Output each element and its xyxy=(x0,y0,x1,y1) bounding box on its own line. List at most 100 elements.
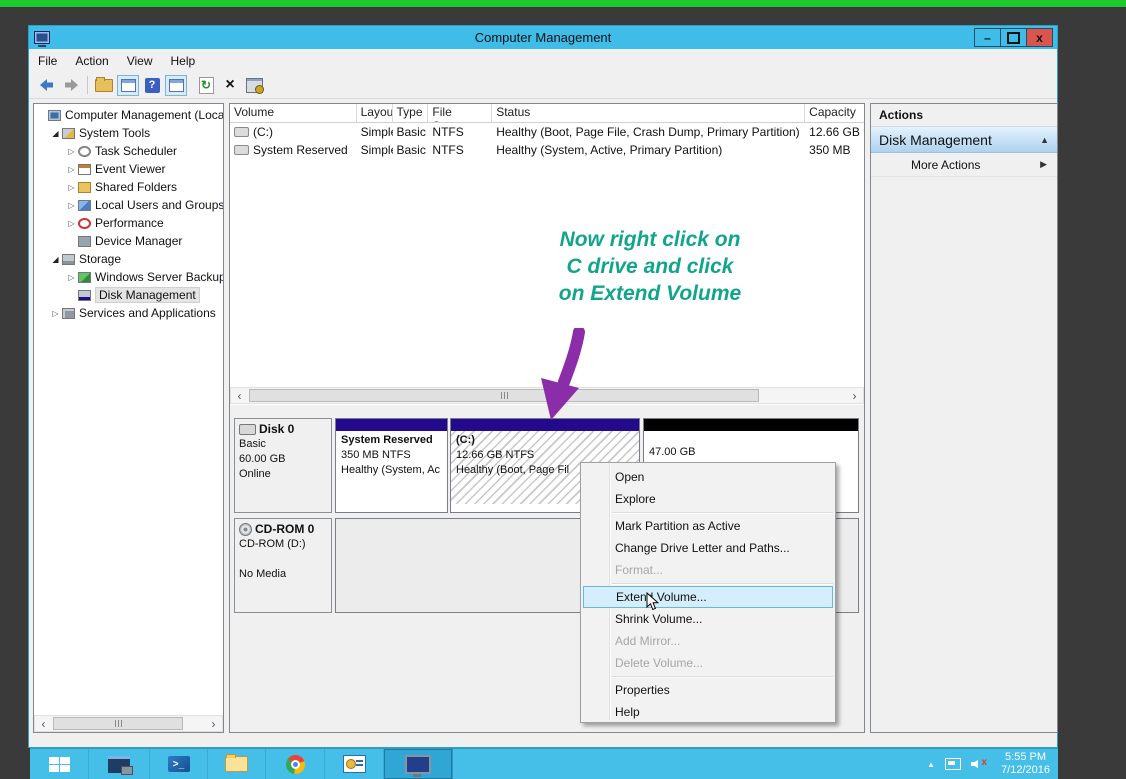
expander-closed-icon[interactable]: ▷ xyxy=(66,147,77,156)
disk0-status: Online xyxy=(239,467,327,482)
taskbar-server-manager[interactable] xyxy=(89,749,150,779)
event-log-icon xyxy=(78,164,91,175)
header-status[interactable]: Status xyxy=(492,104,805,122)
tree-label: Services and Applications xyxy=(79,306,216,320)
expander-closed-icon[interactable]: ▷ xyxy=(66,165,77,174)
computer-icon xyxy=(48,110,61,121)
scroll-left-button[interactable]: ‹ xyxy=(231,388,248,403)
scroll-left-button[interactable]: ‹ xyxy=(35,716,52,731)
taskbar-powershell[interactable]: >_ xyxy=(150,749,208,779)
services-icon xyxy=(62,308,75,319)
file-explorer-icon xyxy=(225,756,248,772)
tree-item-computer-management[interactable]: Computer Management (Local xyxy=(34,106,223,124)
cdrom-info-box[interactable]: CD-ROM 0 CD-ROM (D:) No Media xyxy=(234,518,332,613)
actions-group-disk-management[interactable]: Disk Management ▲ xyxy=(871,127,1057,153)
taskbar-chrome[interactable] xyxy=(266,749,325,779)
network-icon[interactable] xyxy=(945,758,961,770)
taskbar-computer-management-active[interactable] xyxy=(384,749,453,779)
header-file-system[interactable]: File System xyxy=(428,104,492,122)
expander-closed-icon[interactable]: ▷ xyxy=(66,201,77,210)
menu-action[interactable]: Action xyxy=(66,49,117,72)
expander-closed-icon[interactable]: ▷ xyxy=(66,219,77,228)
tree-item-services-applications[interactable]: ▷ Services and Applications xyxy=(34,304,223,322)
expander-closed-icon[interactable]: ▷ xyxy=(50,309,61,318)
menu-item-help[interactable]: Help xyxy=(581,701,835,723)
menu-item-properties[interactable]: Properties xyxy=(581,679,835,701)
tree-item-shared-folders[interactable]: ▷ Shared Folders xyxy=(34,178,223,196)
minimize-button[interactable]: – xyxy=(974,28,1001,47)
rescan-disks-button[interactable] xyxy=(243,75,265,96)
tree-horizontal-scrollbar[interactable]: ‹ › xyxy=(34,715,223,732)
expander-closed-icon[interactable]: ▷ xyxy=(66,273,77,282)
menu-item-explore[interactable]: Explore xyxy=(581,488,835,510)
taskbar: >_ ▲ x 5:55 PM 7/12/2016 xyxy=(30,748,1058,779)
scroll-right-button[interactable]: › xyxy=(205,716,222,731)
menu-separator xyxy=(612,583,833,584)
forward-button[interactable] xyxy=(60,75,82,96)
server-manager-icon xyxy=(108,756,130,773)
menu-view[interactable]: View xyxy=(118,49,162,72)
tree-item-system-tools[interactable]: ◢ System Tools xyxy=(34,124,223,142)
titlebar[interactable]: Computer Management – x xyxy=(29,26,1057,49)
header-capacity[interactable]: Capacity xyxy=(805,104,864,122)
taskbar-file-explorer[interactable] xyxy=(208,749,266,779)
header-volume[interactable]: Volume xyxy=(230,104,357,122)
expander-open-icon[interactable]: ◢ xyxy=(50,255,61,264)
menu-item-mark-partition-active[interactable]: Mark Partition as Active xyxy=(581,515,835,537)
collapse-icon[interactable]: ▲ xyxy=(1040,135,1049,145)
header-type[interactable]: Type xyxy=(393,104,429,122)
more-actions-item[interactable]: More Actions ▶ xyxy=(871,153,1057,177)
close-button[interactable]: x xyxy=(1026,28,1053,47)
performance-icon xyxy=(78,218,91,229)
scroll-right-button[interactable]: › xyxy=(846,388,863,403)
volume-row-system-reserved[interactable]: System Reserved Simple Basic NTFS Health… xyxy=(230,141,864,159)
menu-help[interactable]: Help xyxy=(162,49,205,72)
tree-item-windows-server-backup[interactable]: ▷ Windows Server Backup xyxy=(34,268,223,286)
menu-item-extend-volume[interactable]: Extend Volume... xyxy=(583,586,833,608)
action-pane-icon xyxy=(169,79,184,92)
menu-item-shrink-volume[interactable]: Shrink Volume... xyxy=(581,608,835,630)
tree-item-device-manager[interactable]: Device Manager xyxy=(34,232,223,250)
delete-button[interactable]: × xyxy=(219,75,241,96)
disk0-size: 60.00 GB xyxy=(239,452,327,467)
computer-management-app-icon xyxy=(34,31,50,44)
device-manager-icon xyxy=(78,236,91,247)
volume-row-c[interactable]: (C:) Simple Basic NTFS Healthy (Boot, Pa… xyxy=(230,123,864,141)
taskbar-clock[interactable]: 5:55 PM 7/12/2016 xyxy=(1001,751,1050,777)
console-tree-pane: Computer Management (Local ◢ System Tool… xyxy=(33,103,224,733)
computer-management-icon xyxy=(405,755,431,774)
storage-icon xyxy=(62,254,75,265)
tree-item-task-scheduler[interactable]: ▷ Task Scheduler xyxy=(34,142,223,160)
hidden-icons-chevron[interactable]: ▲ xyxy=(927,760,935,769)
scrollbar-thumb[interactable] xyxy=(249,389,759,402)
header-layout[interactable]: Layout xyxy=(357,104,393,122)
tree-item-disk-management[interactable]: Disk Management xyxy=(34,286,223,304)
disk0-info-box[interactable]: Disk 0 Basic 60.00 GB Online xyxy=(234,418,332,513)
up-level-button[interactable] xyxy=(93,75,115,96)
refresh-button[interactable]: ↻ xyxy=(195,75,217,96)
taskbar-system-settings[interactable] xyxy=(325,749,384,779)
restore-button[interactable] xyxy=(1000,28,1027,47)
expander-open-icon[interactable]: ◢ xyxy=(50,129,61,138)
menu-item-open[interactable]: Open xyxy=(581,466,835,488)
volume-muted-icon[interactable]: x xyxy=(971,758,987,770)
partition-system-reserved[interactable]: System Reserved 350 MB NTFS Healthy (Sys… xyxy=(335,418,448,513)
start-button[interactable] xyxy=(30,749,89,779)
scrollbar-thumb[interactable] xyxy=(53,717,183,730)
help-button[interactable]: ? xyxy=(141,75,163,96)
show-action-pane-toggle[interactable] xyxy=(165,75,187,96)
menu-item-change-drive-letter[interactable]: Change Drive Letter and Paths... xyxy=(581,537,835,559)
tree-item-performance[interactable]: ▷ Performance xyxy=(34,214,223,232)
actions-pane: Actions Disk Management ▲ More Actions ▶ xyxy=(870,103,1058,733)
shared-folder-icon xyxy=(78,182,91,193)
powershell-icon: >_ xyxy=(168,756,190,772)
tree-label-selected: Disk Management xyxy=(95,287,200,303)
menu-file[interactable]: File xyxy=(29,49,66,72)
tree-item-storage[interactable]: ◢ Storage xyxy=(34,250,223,268)
tree-item-event-viewer[interactable]: ▷ Event Viewer xyxy=(34,160,223,178)
back-button[interactable] xyxy=(36,75,58,96)
tree-item-local-users-groups[interactable]: ▷ Local Users and Groups xyxy=(34,196,223,214)
expander-closed-icon[interactable]: ▷ xyxy=(66,183,77,192)
disk-management-icon xyxy=(78,290,91,301)
show-console-tree-toggle[interactable] xyxy=(117,75,139,96)
